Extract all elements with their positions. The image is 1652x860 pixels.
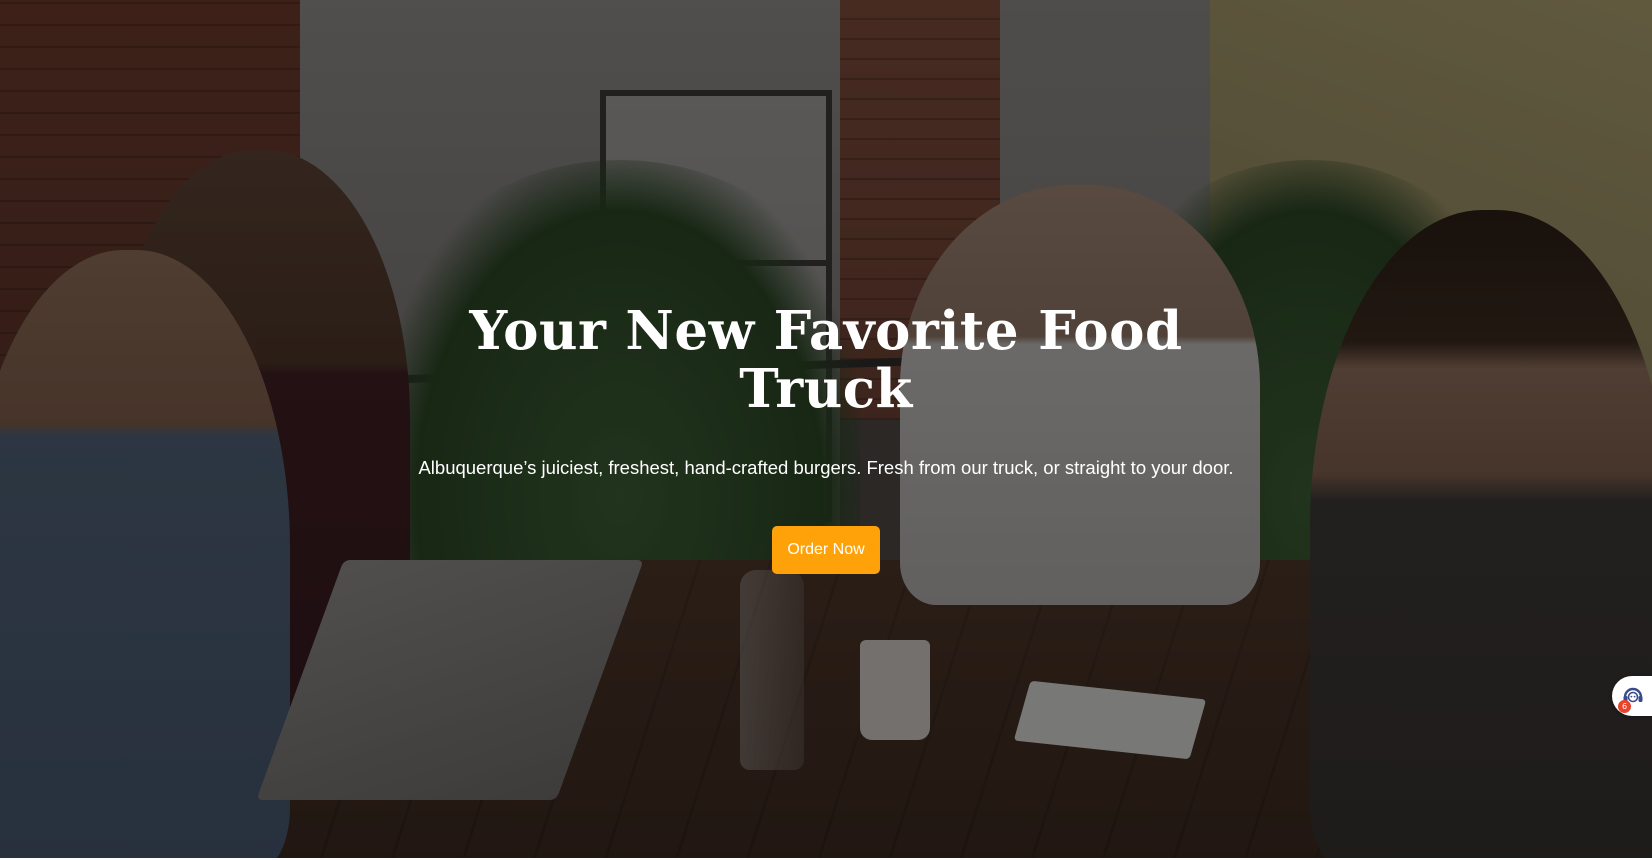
support-chat-widget[interactable]: 6 xyxy=(1612,676,1652,716)
hero-section: Your New Favorite Food Truck Albuquerque… xyxy=(0,0,1652,858)
notification-badge: 6 xyxy=(1618,700,1631,713)
hero-subtitle: Albuquerque’s juiciest, freshest, hand-c… xyxy=(418,457,1234,478)
order-now-button[interactable]: Order Now xyxy=(772,526,880,574)
page: Your New Favorite Food Truck Albuquerque… xyxy=(0,0,1652,860)
hero-title: Your New Favorite Food Truck xyxy=(469,300,1183,420)
hero-content: Your New Favorite Food Truck Albuquerque… xyxy=(0,0,1652,858)
